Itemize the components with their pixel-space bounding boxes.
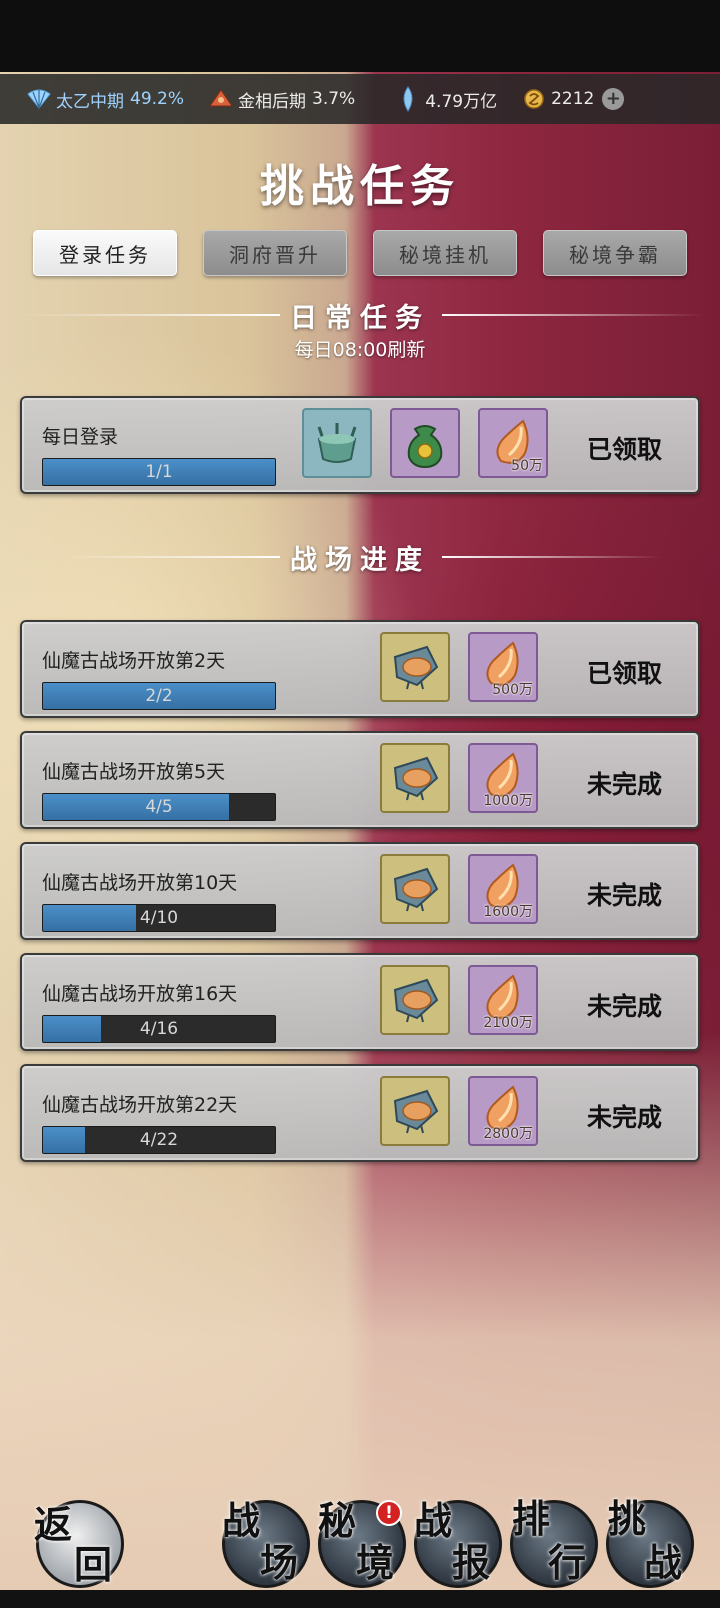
task-status[interactable]: 未完成 (587, 876, 662, 912)
progress-bar: 4/10 (42, 904, 276, 932)
tab-cave-promotion[interactable]: 洞府晋升 (203, 230, 347, 276)
coin-icon (521, 86, 547, 112)
progress-bar: 4/5 (42, 793, 276, 821)
task-title: 每日登录 (42, 426, 119, 448)
task-status[interactable]: 未完成 (587, 1098, 662, 1134)
realm1-stat[interactable]: 太乙中期 49.2% (26, 86, 184, 112)
task-status[interactable]: 未完成 (587, 765, 662, 801)
tab-realm-contest[interactable]: 秘境争霸 (543, 230, 687, 276)
nav-challenge-label-2: 战 (644, 1540, 683, 1585)
ore-icon (387, 1081, 443, 1141)
realm2-pct: 3.7% (312, 89, 356, 109)
progress-text: 4/16 (139, 1019, 179, 1039)
battle-task-card: 仙魔古战场开放第22天 4/22 2800万 未完成 (20, 1064, 700, 1162)
daily-heading: 日常任务 (290, 303, 430, 334)
reward-ore[interactable] (380, 965, 450, 1035)
battle-task-card: 仙魔古战场开放第5天 4/5 1000万 未完成 (20, 731, 700, 829)
reward-ore[interactable] (380, 743, 450, 813)
reward-count: 1000万 (483, 793, 533, 809)
task-title: 仙魔古战场开放第10天 (42, 872, 238, 894)
nav-ranking-label-1: 排 (512, 1496, 551, 1541)
task-title: 仙魔古战场开放第5天 (42, 761, 226, 783)
nav-battlefield-label-1: 战 (222, 1498, 261, 1543)
nav-ranking-label-2: 行 (548, 1540, 587, 1585)
top-dark-band (0, 0, 720, 72)
nav-battlefield-label-2: 场 (260, 1540, 299, 1585)
reward-count: 2100万 (483, 1015, 533, 1031)
reward-count: 50万 (511, 458, 543, 474)
tab-bar: 登录任务 洞府晋升 秘境挂机 秘境争霸 (33, 230, 687, 276)
crystal-value: 4.79万亿 (425, 91, 498, 112)
coin-stat[interactable]: 2212 + (521, 86, 625, 112)
reward-ore[interactable] (380, 1076, 450, 1146)
progress-text: 4/10 (139, 908, 179, 928)
cauldron-icon (317, 423, 357, 463)
ore-icon (387, 637, 443, 697)
ore-icon (387, 859, 443, 919)
nav-report-label-2: 报 (452, 1540, 491, 1585)
realm2-stat[interactable]: 金相后期 3.7% (208, 86, 355, 112)
reward-count: 500万 (492, 682, 533, 698)
task-status[interactable]: 未完成 (587, 987, 662, 1023)
battle-task-card: 仙魔古战场开放第10天 4/10 1600万 未完成 (20, 842, 700, 940)
crystal-stat[interactable]: 4.79万亿 (395, 86, 497, 112)
nav-secret-realm-label-2: 境 (356, 1540, 395, 1585)
daily-task-card: 每日登录 1/1 50万 已领取 (20, 396, 700, 494)
progress-bar: 1/1 (42, 458, 276, 486)
realm1-pct: 49.2% (130, 89, 185, 109)
reward-spirit-stone[interactable]: 50万 (478, 408, 548, 478)
back-label-2: 回 (74, 1542, 113, 1587)
reward-spirit-stone[interactable]: 1600万 (468, 854, 538, 924)
progress-bar: 4/16 (42, 1015, 276, 1043)
task-status[interactable]: 已领取 (587, 654, 662, 690)
battle-task-card: 仙魔古战场开放第2天 2/2 500万 已领取 (20, 620, 700, 718)
back-label-1: 返 (34, 1502, 73, 1547)
progress-text: 4/5 (145, 797, 173, 817)
reward-count: 2800万 (483, 1126, 533, 1142)
crystal-icon (395, 86, 421, 112)
realm2-label: 金相后期 (238, 91, 307, 112)
progress-text: 1/1 (145, 462, 173, 482)
task-status[interactable]: 已领取 (587, 430, 662, 466)
reward-pouch[interactable] (390, 408, 460, 478)
reward-ore[interactable] (380, 632, 450, 702)
reward-ore[interactable] (380, 854, 450, 924)
progress-bar: 4/22 (42, 1126, 276, 1154)
page-title: 挑战任务 (260, 161, 460, 212)
fan-icon (26, 86, 52, 112)
battle-task-card: 仙魔古战场开放第16天 4/16 2100万 未完成 (20, 953, 700, 1051)
task-title: 仙魔古战场开放第22天 (42, 1094, 238, 1116)
progress-bar: 2/2 (42, 682, 276, 710)
tab-login-tasks[interactable]: 登录任务 (33, 230, 177, 276)
task-title: 仙魔古战场开放第2天 (42, 650, 226, 672)
reward-spirit-stone[interactable]: 1000万 (468, 743, 538, 813)
progress-text: 4/22 (139, 1130, 179, 1150)
coin-value: 2212 (551, 89, 595, 109)
refresh-time: 每日08:00刷新 (294, 339, 426, 361)
nav-challenge-label-1: 挑 (608, 1496, 647, 1541)
reward-spirit-stone[interactable]: 2800万 (468, 1076, 538, 1146)
battle-heading: 战场进度 (290, 545, 430, 576)
realm1-label: 太乙中期 (56, 91, 124, 112)
task-title: 仙魔古战场开放第16天 (42, 983, 238, 1005)
bottom-dark-band (0, 1590, 720, 1608)
alert-badge: ! (376, 1500, 402, 1526)
nav-report-label-1: 战 (414, 1498, 453, 1543)
bell-icon (208, 86, 234, 112)
reward-spirit-stone[interactable]: 2100万 (468, 965, 538, 1035)
ore-icon (387, 970, 443, 1030)
tab-realm-idle[interactable]: 秘境挂机 (373, 230, 517, 276)
reward-spirit-stone[interactable]: 500万 (468, 632, 538, 702)
resource-bar: 太乙中期 49.2% 金相后期 3.7% 4.79万亿 2212 + (0, 74, 720, 124)
progress-text: 2/2 (145, 686, 173, 706)
ore-icon (387, 748, 443, 808)
nav-secret-realm-label-1: 秘 (318, 1498, 357, 1543)
reward-cauldron[interactable] (302, 408, 372, 478)
pouch-icon (407, 425, 443, 469)
reward-count: 1600万 (483, 904, 533, 920)
plus-icon[interactable]: + (602, 88, 625, 110)
